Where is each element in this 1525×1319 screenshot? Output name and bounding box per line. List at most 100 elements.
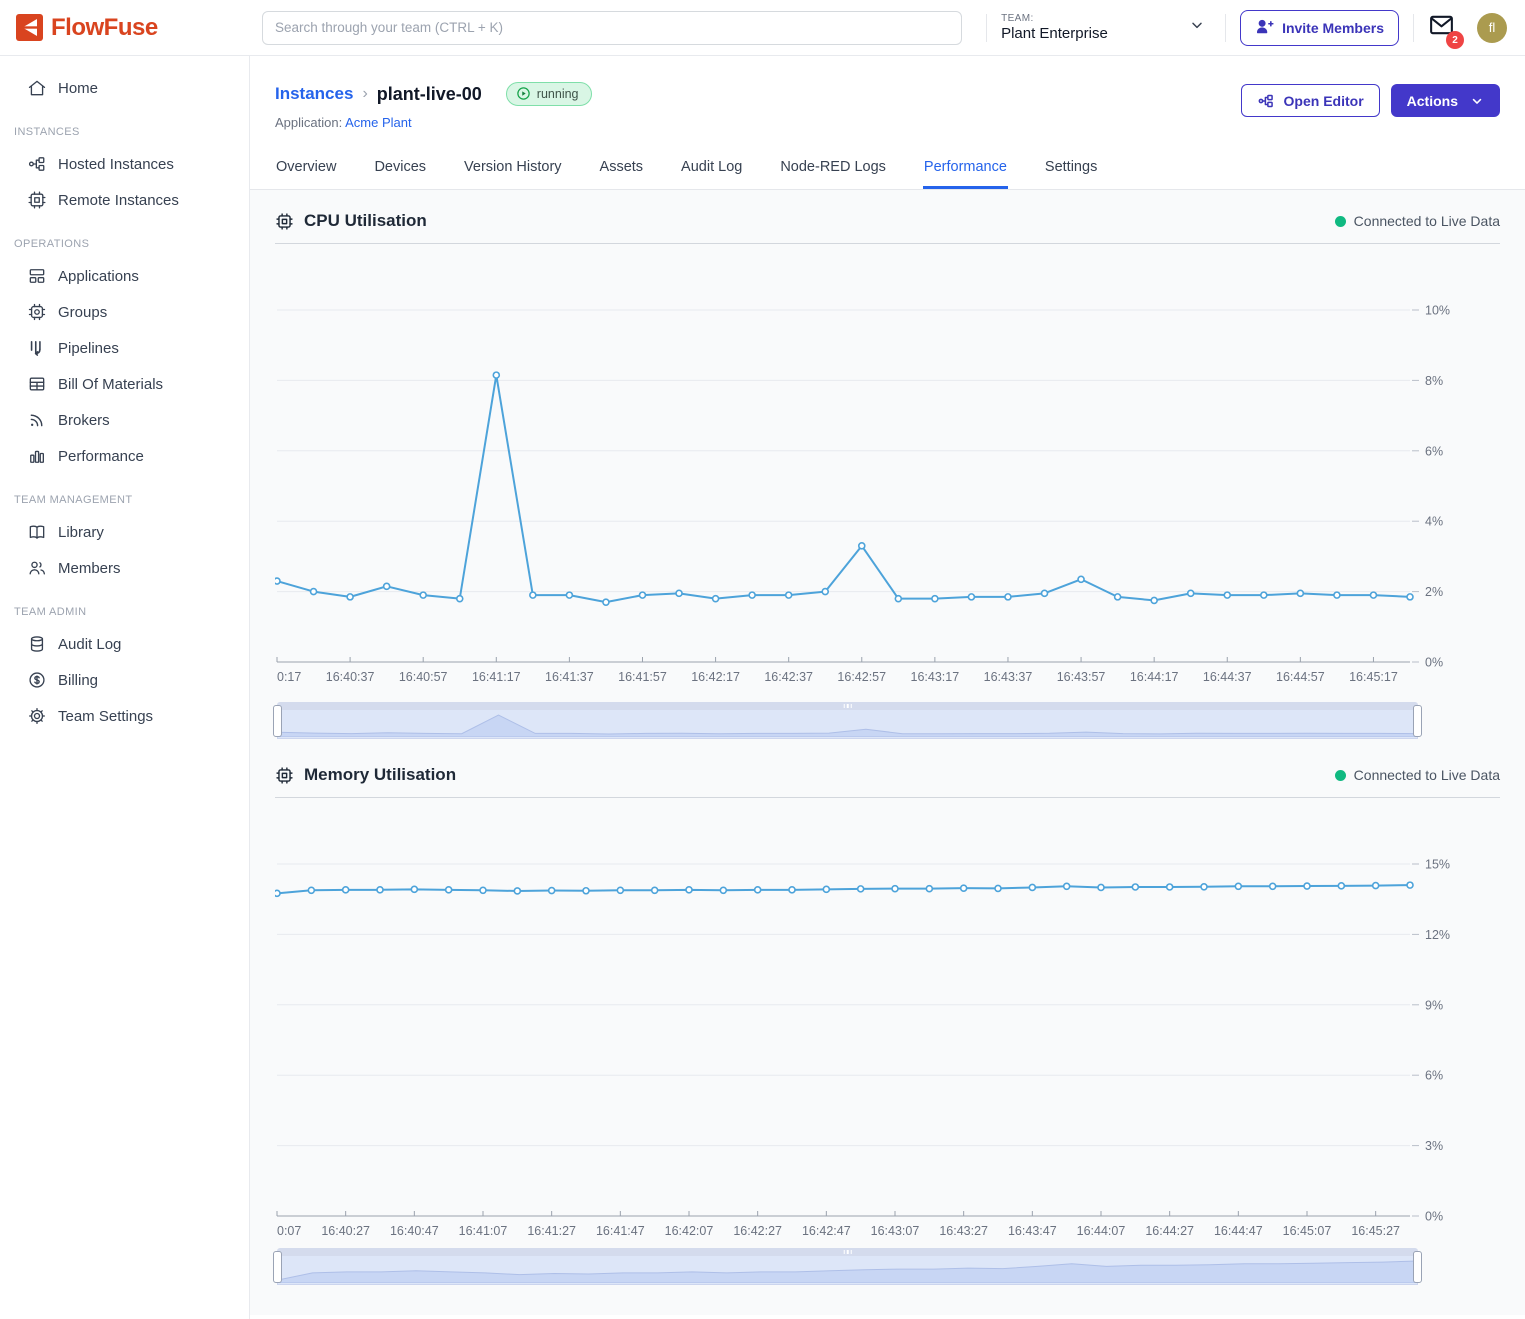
navigator-minimap[interactable] — [277, 1256, 1418, 1285]
data-point[interactable] — [1151, 597, 1157, 603]
data-point[interactable] — [1338, 883, 1344, 889]
sidebar-item-remote-instances[interactable]: Remote Instances — [0, 182, 249, 218]
data-point[interactable] — [446, 887, 452, 893]
data-point[interactable] — [713, 596, 719, 602]
data-point[interactable] — [1132, 884, 1138, 890]
tab-node-red-logs[interactable]: Node-RED Logs — [779, 150, 887, 189]
chart-plot[interactable]: 0%3%6%9%12%15%0:0716:40:2716:40:4716:41:… — [275, 798, 1450, 1240]
data-point[interactable] — [749, 592, 755, 598]
data-point[interactable] — [1115, 594, 1121, 600]
sidebar-item-hosted-instances[interactable]: Hosted Instances — [0, 146, 249, 182]
data-point[interactable] — [1005, 594, 1011, 600]
team-selector[interactable]: TEAM: Plant Enterprise — [1001, 13, 1211, 42]
application-link[interactable]: Acme Plant — [345, 115, 411, 130]
sidebar-item-bill-of-materials[interactable]: Bill Of Materials — [0, 366, 249, 402]
sidebar-item-pipelines[interactable]: Pipelines — [0, 330, 249, 366]
data-point[interactable] — [530, 592, 536, 598]
data-point[interactable] — [1029, 884, 1035, 890]
search-input[interactable] — [262, 11, 962, 45]
chart-plot[interactable]: 0%2%4%6%8%10%0:1716:40:3716:40:5716:41:1… — [275, 244, 1450, 694]
memory-utilisation-chart[interactable]: 0%3%6%9%12%15%0:0716:40:2716:40:4716:41:… — [275, 798, 1450, 1240]
data-point[interactable] — [343, 887, 349, 893]
navigator-right-handle[interactable] — [1413, 705, 1422, 737]
data-point[interactable] — [411, 886, 417, 892]
data-point[interactable] — [1407, 594, 1413, 600]
data-point[interactable] — [720, 887, 726, 893]
navigator-bar[interactable] — [277, 702, 1418, 710]
actions-button[interactable]: Actions — [1391, 84, 1500, 117]
data-point[interactable] — [858, 886, 864, 892]
data-point[interactable] — [1297, 590, 1303, 596]
data-point[interactable] — [639, 592, 645, 598]
data-point[interactable] — [308, 887, 314, 893]
sidebar-item-audit-log[interactable]: Audit Log — [0, 626, 249, 662]
logo[interactable]: FlowFuse — [0, 0, 250, 55]
sidebar-item-billing[interactable]: Billing — [0, 662, 249, 698]
notifications-button[interactable]: 2 — [1428, 13, 1455, 42]
tab-overview[interactable]: Overview — [275, 150, 337, 189]
data-point[interactable] — [968, 594, 974, 600]
data-point[interactable] — [1167, 884, 1173, 890]
navigator-minimap[interactable] — [277, 710, 1418, 739]
sidebar-item-groups[interactable]: Groups — [0, 294, 249, 330]
memory-chart-navigator[interactable] — [277, 1248, 1418, 1285]
sidebar-item-performance[interactable]: Performance — [0, 438, 249, 474]
data-point[interactable] — [755, 887, 761, 893]
data-point[interactable] — [676, 590, 682, 596]
tab-devices[interactable]: Devices — [373, 150, 427, 189]
data-point[interactable] — [1064, 883, 1070, 889]
data-point[interactable] — [384, 583, 390, 589]
tab-settings[interactable]: Settings — [1044, 150, 1098, 189]
breadcrumb-instances-link[interactable]: Instances — [275, 84, 353, 104]
data-point[interactable] — [926, 886, 932, 892]
data-point[interactable] — [457, 596, 463, 602]
data-point[interactable] — [1304, 883, 1310, 889]
data-point[interactable] — [275, 578, 280, 584]
sidebar-item-applications[interactable]: Applications — [0, 258, 249, 294]
avatar[interactable]: fl — [1477, 13, 1507, 43]
data-point[interactable] — [420, 592, 426, 598]
data-point[interactable] — [822, 589, 828, 595]
data-point[interactable] — [686, 887, 692, 893]
data-point[interactable] — [275, 890, 280, 896]
data-point[interactable] — [480, 887, 486, 893]
data-point[interactable] — [1078, 576, 1084, 582]
data-point[interactable] — [859, 543, 865, 549]
data-point[interactable] — [892, 886, 898, 892]
data-point[interactable] — [617, 887, 623, 893]
navigator-grip-handle[interactable] — [843, 704, 852, 708]
data-point[interactable] — [514, 888, 520, 894]
data-point[interactable] — [1188, 590, 1194, 596]
data-point[interactable] — [1042, 590, 1048, 596]
navigator-right-handle[interactable] — [1413, 1251, 1422, 1283]
sidebar-item-library[interactable]: Library — [0, 514, 249, 550]
data-point[interactable] — [347, 594, 353, 600]
sidebar-item-team-settings[interactable]: Team Settings — [0, 698, 249, 734]
data-point[interactable] — [652, 887, 658, 893]
sidebar-item-home[interactable]: Home — [0, 70, 249, 106]
data-point[interactable] — [603, 599, 609, 605]
data-point[interactable] — [311, 589, 317, 595]
navigator-left-handle[interactable] — [273, 1251, 282, 1283]
data-point[interactable] — [1407, 882, 1413, 888]
data-point[interactable] — [1270, 883, 1276, 889]
data-point[interactable] — [1201, 884, 1207, 890]
navigator-left-handle[interactable] — [273, 705, 282, 737]
data-point[interactable] — [995, 885, 1001, 891]
tab-version-history[interactable]: Version History — [463, 150, 563, 189]
data-point[interactable] — [583, 888, 589, 894]
data-point[interactable] — [789, 887, 795, 893]
cpu-chart-navigator[interactable] — [277, 702, 1418, 739]
navigator-grip-handle[interactable] — [843, 1250, 852, 1254]
data-point[interactable] — [1261, 592, 1267, 598]
data-point[interactable] — [961, 885, 967, 891]
data-point[interactable] — [895, 596, 901, 602]
data-point[interactable] — [566, 592, 572, 598]
tab-performance[interactable]: Performance — [923, 150, 1008, 189]
data-point[interactable] — [823, 886, 829, 892]
data-point[interactable] — [786, 592, 792, 598]
cpu-utilisation-chart[interactable]: 0%2%4%6%8%10%0:1716:40:3716:40:5716:41:1… — [275, 244, 1450, 694]
data-point[interactable] — [932, 596, 938, 602]
data-point[interactable] — [1224, 592, 1230, 598]
invite-members-button[interactable]: Invite Members — [1240, 10, 1399, 46]
